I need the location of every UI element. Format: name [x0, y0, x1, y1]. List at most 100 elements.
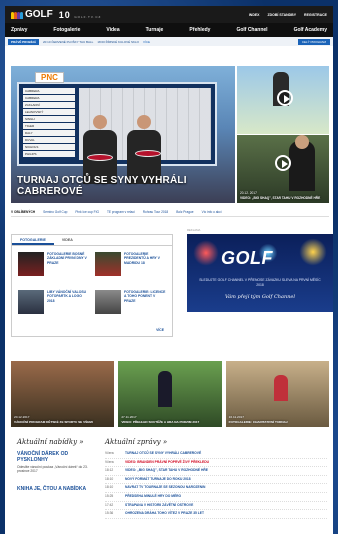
- side-video-1[interactable]: [237, 66, 329, 134]
- gallery-title: LIBY VÁNOČNÍ VALOSU FOTOPARTK A LOGO 201…: [47, 290, 87, 303]
- news-item[interactable]: 18:10 NOVÝ FORMÁT TURNAJE DO ROKU 2018: [105, 476, 327, 485]
- firework-graphic: [297, 236, 329, 268]
- main-nav: Zprávy Fotogalerie Videa Turnaje Přehled…: [5, 23, 333, 37]
- card-caption: 27.11.2017 VIDEO: PŘEHLED SOUTĚŽE A HRA N…: [121, 415, 200, 424]
- leaderboard-row: ZAKLADNÍ: [23, 102, 75, 108]
- featured-card[interactable]: 16.11.2017 FOTOGALERIE: CHARITATIVNÍ TURN…: [225, 361, 329, 427]
- leaderboard-row: DALY: [23, 130, 75, 136]
- leaderboard-row: TIGER: [23, 123, 75, 129]
- gallery-item[interactable]: FOTOGALERIE PREZIDENTŮ A HRY V MADRIDU 1…: [95, 252, 166, 286]
- tab-videa[interactable]: VIDEA: [54, 235, 81, 245]
- news-item[interactable]: 15:36 OHROZENA DRÁHA TOHO VÍTEZ V PRAZE 3…: [105, 510, 327, 519]
- ticker-item[interactable]: 20:10 ČERVENÉ PLOŠKY TAU BALL: [43, 40, 93, 44]
- person-photo: [273, 375, 288, 401]
- ticker-more[interactable]: VÍCE: [143, 40, 150, 44]
- nav-item-golf-academy[interactable]: Golf Academy: [294, 27, 327, 33]
- gallery-thumbnail: [95, 252, 121, 276]
- trophy-icon: [135, 150, 161, 157]
- bottom-section: Aktuální nabídky » VÁNOČNÍ DÁREK OD PYSK…: [11, 438, 327, 534]
- gallery-item[interactable]: FOTOGALERIE BOSNÉ ZÁKLADNÍ PRVNÍ DNY V P…: [18, 252, 89, 286]
- sponsor-logo: PNC: [35, 72, 64, 83]
- hero-caption[interactable]: TURNAJ OTCŮ SE SYNY VYHRÁLI CABREROVÉ: [17, 175, 235, 197]
- news-item[interactable]: Včera VIDEO: BRANDEN PRÁVNÍ POPRVÉ ŽIVÝ P…: [105, 459, 327, 468]
- golf-logo[interactable]: GOLF: [11, 9, 53, 20]
- ad-signature: Vám přejí tým Golf Channel: [225, 294, 295, 300]
- card-caption: 16.11.2017 FOTOGALERIE: CHARITATIVNÍ TURN…: [228, 415, 288, 424]
- quick-link[interactable]: Rohrau Tour 2018: [143, 210, 168, 214]
- channel-sub: GOLF.TV.CZ: [74, 14, 102, 19]
- play-icon[interactable]: [277, 90, 293, 106]
- offers-title[interactable]: Aktuální nabídky »: [17, 438, 95, 446]
- news-headline[interactable]: NOVÝ FORMÁT TURNAJE DO ROKU 2018: [125, 476, 191, 484]
- leaderboard-row: NICHOLS: [23, 144, 75, 150]
- leaderboard-row: LEHNOVSKÝ: [23, 109, 75, 115]
- news-item[interactable]: 18:12 VIDEO: „BIG SHAQ", STAR TAHU V ROZH…: [105, 467, 327, 476]
- quick-link[interactable]: Pink Ice cup FIG: [75, 210, 99, 214]
- gallery-more-link[interactable]: VÍCE: [156, 328, 164, 332]
- news-time: 15:36: [105, 511, 114, 516]
- ticker-item[interactable]: 18:00 ŘÍMSKÉ KULOVÉ SKLO: [97, 40, 139, 44]
- news-time: 17:42: [105, 502, 114, 507]
- news-title[interactable]: Aktuální zprávy »: [105, 438, 327, 446]
- news-time: 15:25: [105, 493, 114, 498]
- card-caption: 20.12.2017 VÁNOČNÍ PROGRAM DĚTSKÉ ZE SPOR…: [14, 415, 93, 424]
- ad-golf-logo: GOLF: [221, 248, 273, 268]
- news-time: Včera: [105, 459, 114, 464]
- offers-column: Aktuální nabídky » VÁNOČNÍ DÁREK OD PYSK…: [17, 438, 95, 492]
- news-headline[interactable]: NAVRAT TV TOURNAJE SE SEZONOU NAROZENIN: [125, 484, 205, 492]
- quick-link[interactable]: Bolz Prague: [176, 210, 193, 214]
- news-headline[interactable]: TURNAJ OTCŮ SE SYNY VYHRÁLI CABREROVÉ: [125, 450, 201, 458]
- leaderboard-row: DUVAL: [23, 137, 75, 143]
- tab-bar: FOTOGALERIE VIDEA: [12, 235, 172, 246]
- news-item[interactable]: 18:10 NAVRAT TV TOURNAJE SE SEZONOU NAROZ…: [105, 484, 327, 493]
- gallery-item[interactable]: FOTOGALERIE: LICENCE A TOHO PONENT V PRA…: [95, 290, 166, 324]
- leaderboard-image: PNC CABRERA CABRERA ZAKLADNÍ LEHNOVSKÝ SINGH…: [17, 72, 217, 166]
- news-headline[interactable]: VIDEO: „BIG SHAQ", STAR TAHU V ROZHODNÉ …: [125, 467, 208, 475]
- quick-link[interactable]: Víc info o akci: [202, 210, 222, 214]
- news-item[interactable]: 17:42 STRAPANA V HISTORII ZÁVĚTNÍ OSTROVE: [105, 502, 327, 511]
- nav-item-prehledy[interactable]: Přehledy: [189, 27, 210, 33]
- media-tabs-panel: FOTOGALERIE VIDEA FOTOGALERIE BOSNÉ ZÁKL…: [11, 234, 173, 337]
- hero-article[interactable]: PNC CABRERA CABRERA ZAKLADNÍ LEHNOVSKÝ SINGH…: [11, 66, 235, 203]
- ticker-tag: PRÁVĚ PROBÍHÁ: [8, 38, 40, 45]
- nav-item-turnaje[interactable]: Turnaje: [146, 27, 164, 33]
- quick-link[interactable]: Semino Golf Cup: [43, 210, 67, 214]
- top-link-index[interactable]: INDEX: [249, 13, 260, 17]
- news-headline[interactable]: OHROZENA DRÁHA TOHO VÍTEZ V PRAZE 35 LET: [125, 510, 204, 518]
- quick-link[interactable]: TE program v relaci: [107, 210, 135, 214]
- featured-card[interactable]: 27.11.2017 VIDEO: PŘEHLED SOUTĚŽE A HRA N…: [118, 361, 222, 427]
- firework-graphic: [191, 238, 221, 268]
- leaderboard-row: CABRERA: [23, 88, 75, 94]
- nav-item-golf-channel[interactable]: Golf Channel: [236, 27, 267, 33]
- news-headline[interactable]: VIDEO: BRANDEN PRÁVNÍ POPRVÉ ŽIVÝ PŘEKLE…: [125, 459, 209, 467]
- brand-name: GOLF: [25, 9, 53, 20]
- tab-fotogalerie[interactable]: FOTOGALERIE: [12, 235, 54, 245]
- nav-item-videa[interactable]: Videa: [106, 27, 119, 33]
- person-head: [295, 135, 309, 149]
- offer-headline[interactable]: KNIHA JE, ČTOU A NABÍDKA: [17, 486, 95, 492]
- quick-links: V OBLÍBENÝCH Semino Golf Cup Pink Ice cu…: [11, 207, 329, 217]
- side-video-2[interactable]: 20.12. 2017 VIDEO: „BIG SHAQ", STAR TAHU …: [237, 135, 329, 203]
- news-headline[interactable]: PŘEDSEHA MINULÉ HRY DO MÉRO: [125, 493, 181, 501]
- offer-headline[interactable]: VÁNOČNÍ DÁREK OD PYSKLONHY: [17, 451, 95, 463]
- gallery-thumbnail: [18, 290, 44, 314]
- news-item[interactable]: 15:25 PŘEDSEHA MINULÉ HRY DO MÉRO: [105, 493, 327, 502]
- golf-channel-ad[interactable]: GOLF SLEDUJTE GOLF CHANNEL V PŘENOSE ZÁV…: [187, 234, 333, 312]
- full-program-button[interactable]: CELÝ PROGRAM: [297, 38, 330, 45]
- top-link-register[interactable]: REGISTRACE: [304, 13, 327, 17]
- news-headline[interactable]: STRAPANA V HISTORII ZÁVĚTNÍ OSTROVE: [125, 502, 193, 510]
- nav-item-fotogalerie[interactable]: Fotogalerie: [53, 27, 80, 33]
- top-link-standby[interactable]: ZDOBÍ STANDBY: [268, 13, 297, 17]
- gallery-item[interactable]: LIBY VÁNOČNÍ VALOSU FOTOPARTK A LOGO 201…: [18, 290, 89, 324]
- play-icon[interactable]: [275, 155, 291, 171]
- news-item[interactable]: Včera TURNAJ OTCŮ SE SYNY VYHRÁLI CABRERO…: [105, 450, 327, 459]
- nav-item-zpravy[interactable]: Zprávy: [11, 27, 27, 33]
- featured-card[interactable]: 20.12.2017 VÁNOČNÍ PROGRAM DĚTSKÉ ZE SPOR…: [11, 361, 115, 427]
- channel-logo[interactable]: 10 GOLF.TV.CZ: [59, 10, 102, 20]
- trophy-icon: [87, 154, 113, 161]
- leaderboard-row: PHILIPS: [23, 151, 75, 157]
- news-time: Včera: [105, 451, 114, 455]
- golfer-photo: [158, 371, 173, 407]
- ad-label: REKLAMA: [187, 228, 201, 232]
- gallery-title: FOTOGALERIE BOSNÉ ZÁKLADNÍ PRVNÍ DNY V P…: [47, 252, 87, 265]
